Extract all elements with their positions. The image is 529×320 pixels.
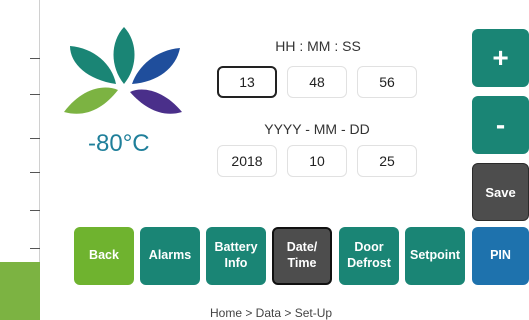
level-indicator [0, 262, 40, 320]
alarms-button[interactable]: Alarms [140, 227, 200, 285]
date-format-label: YYYY - MM - DD [264, 121, 370, 137]
scale-tick [30, 172, 40, 173]
scale-tick [30, 58, 40, 59]
minutes-field[interactable]: 48 [287, 66, 347, 98]
brand-logo-icon [64, 27, 182, 114]
day-field[interactable]: 25 [357, 145, 417, 177]
time-format-label: HH : MM : SS [275, 38, 361, 54]
decrement-button[interactable]: - [472, 96, 529, 154]
temperature-readout: -80°C [88, 130, 150, 157]
scale-tick [30, 210, 40, 211]
battery-info-button[interactable]: Battery Info [206, 227, 266, 285]
year-field[interactable]: 2018 [217, 145, 277, 177]
date-time-button[interactable]: Date/ Time [272, 227, 332, 285]
pin-button[interactable]: PIN [472, 227, 529, 285]
door-defrost-button[interactable]: Door Defrost [339, 227, 399, 285]
setpoint-button[interactable]: Setpoint [405, 227, 465, 285]
save-button[interactable]: Save [472, 163, 529, 221]
scale-tick [30, 94, 40, 95]
back-button[interactable]: Back [74, 227, 134, 285]
scale-tick [30, 248, 40, 249]
hours-field[interactable]: 13 [217, 66, 277, 98]
increment-button[interactable]: + [472, 29, 529, 87]
left-panel-edge [0, 0, 40, 320]
month-field[interactable]: 10 [287, 145, 347, 177]
seconds-field[interactable]: 56 [357, 66, 417, 98]
breadcrumb: Home > Data > Set-Up [210, 306, 333, 320]
scale-tick [30, 138, 40, 139]
